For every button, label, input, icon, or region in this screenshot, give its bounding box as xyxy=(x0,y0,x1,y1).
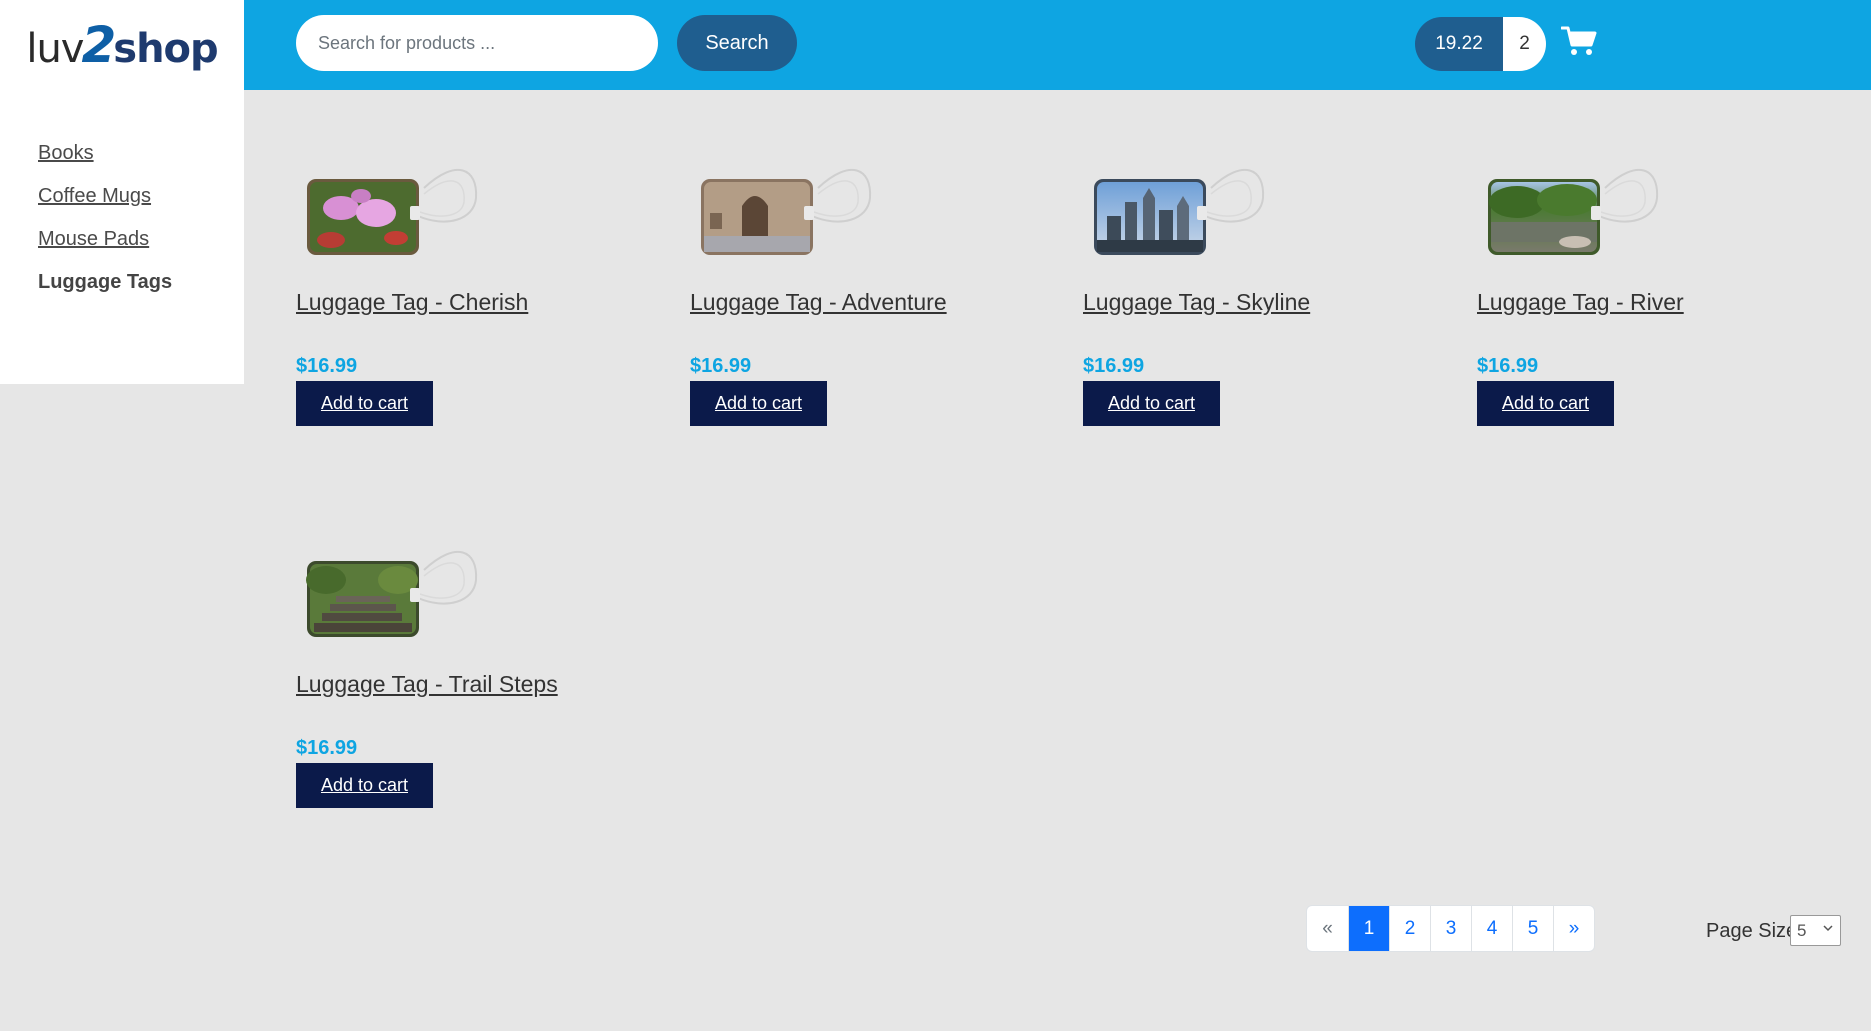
pagination-page-5[interactable]: 5 xyxy=(1512,906,1553,951)
pagination-page-3[interactable]: 3 xyxy=(1430,906,1471,951)
chevron-down-icon xyxy=(1823,925,1833,932)
product-price: $16.99 xyxy=(690,355,752,377)
product-name-link[interactable]: Luggage Tag - Trail Steps xyxy=(296,671,558,698)
product-card: Luggage Tag - Cherish $16.99 Add to cart xyxy=(296,158,656,448)
product-card: Luggage Tag - Skyline $16.99 Add to cart xyxy=(1083,158,1443,448)
page-size-select[interactable]: 5 xyxy=(1790,915,1841,946)
product-name-link[interactable]: Luggage Tag - Adventure xyxy=(690,289,947,316)
product-price: $16.99 xyxy=(1083,355,1145,377)
product-card: Luggage Tag - Trail Steps $16.99 Add to … xyxy=(296,540,656,830)
pagination-page-1[interactable]: 1 xyxy=(1348,906,1389,951)
product-image-trail-steps[interactable] xyxy=(306,540,482,640)
sidebar-item-mouse-pads[interactable]: Mouse Pads xyxy=(38,228,244,252)
shopping-cart-icon[interactable] xyxy=(1561,25,1597,57)
logo[interactable]: luv 2 shop xyxy=(0,0,244,90)
pagination: « 1 2 3 4 5 » xyxy=(1306,905,1595,952)
logo-text-part1: luv xyxy=(26,26,84,72)
add-to-cart-button[interactable]: Add to cart xyxy=(1477,381,1614,426)
cart-total-price: 19.22 xyxy=(1415,17,1503,71)
add-to-cart-button[interactable]: Add to cart xyxy=(1083,381,1220,426)
product-name-link[interactable]: Luggage Tag - River xyxy=(1477,289,1684,316)
pagination-prev[interactable]: « xyxy=(1307,906,1348,951)
search-input[interactable] xyxy=(296,15,658,71)
product-image-skyline[interactable] xyxy=(1093,158,1269,258)
product-price: $16.99 xyxy=(296,737,358,759)
pagination-next[interactable]: » xyxy=(1553,906,1594,951)
product-price: $16.99 xyxy=(296,355,358,377)
product-image-cherish[interactable] xyxy=(306,158,482,258)
cart-status[interactable]: 19.22 2 xyxy=(1415,17,1546,71)
product-price: $16.99 xyxy=(1477,355,1539,377)
product-card: Luggage Tag - Adventure $16.99 Add to ca… xyxy=(690,158,1050,448)
add-to-cart-button[interactable]: Add to cart xyxy=(296,381,433,426)
sidebar-item-coffee-mugs[interactable]: Coffee Mugs xyxy=(38,185,244,209)
product-card: Luggage Tag - River $16.99 Add to cart xyxy=(1477,158,1837,448)
add-to-cart-button[interactable]: Add to cart xyxy=(690,381,827,426)
logo-text-part3: shop xyxy=(113,26,218,72)
product-image-adventure[interactable] xyxy=(700,158,876,258)
product-name-link[interactable]: Luggage Tag - Skyline xyxy=(1083,289,1310,316)
product-image-river[interactable] xyxy=(1487,158,1663,258)
sidebar-item-books[interactable]: Books xyxy=(38,142,244,166)
add-to-cart-button[interactable]: Add to cart xyxy=(296,763,433,808)
category-sidebar: Books Coffee Mugs Mouse Pads Luggage Tag… xyxy=(0,90,244,384)
pagination-page-2[interactable]: 2 xyxy=(1389,906,1430,951)
page-size-value: 5 xyxy=(1797,920,1807,940)
sidebar-item-luggage-tags[interactable]: Luggage Tags xyxy=(38,271,244,295)
logo-text-part2: 2 xyxy=(81,16,116,74)
product-name-link[interactable]: Luggage Tag - Cherish xyxy=(296,289,528,316)
top-navbar: Search xyxy=(244,0,1871,90)
search-button[interactable]: Search xyxy=(677,15,797,71)
page-size-label: Page Size xyxy=(1706,920,1798,942)
pagination-page-4[interactable]: 4 xyxy=(1471,906,1512,951)
